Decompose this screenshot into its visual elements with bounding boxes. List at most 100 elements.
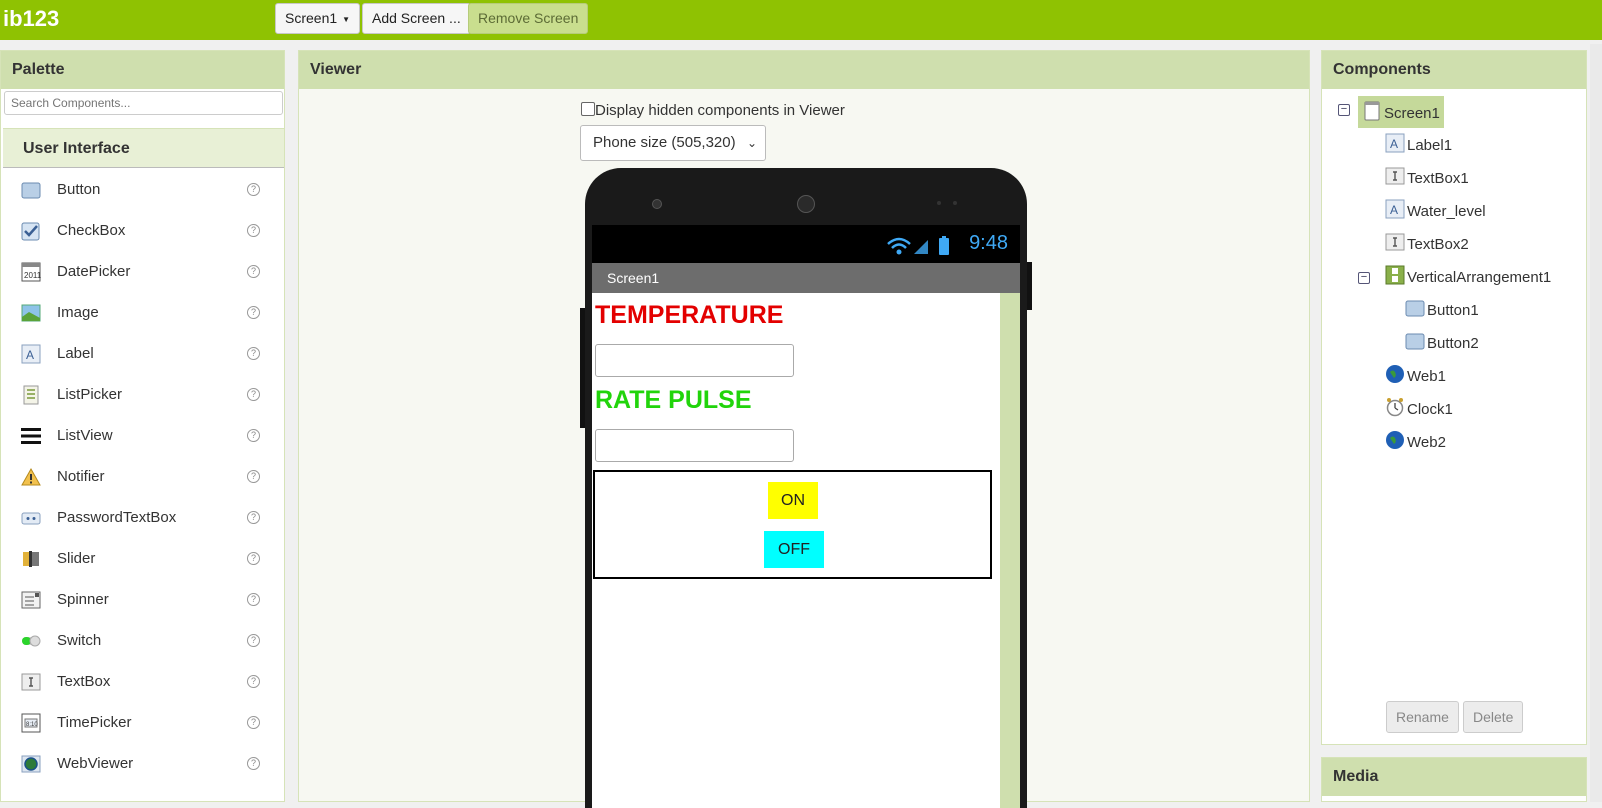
svg-text:2011: 2011: [24, 271, 41, 280]
checkbox-box[interactable]: [581, 102, 595, 116]
tree-node-textbox2[interactable]: TextBox2: [1385, 232, 1469, 264]
palette-item-slider[interactable]: Slider ?: [3, 538, 284, 579]
palette-item-label: Button: [57, 181, 101, 198]
help-icon[interactable]: ?: [247, 265, 260, 278]
collapse-icon[interactable]: −: [1358, 272, 1370, 284]
clock-icon: [1386, 398, 1404, 417]
palette-item-label: PasswordTextBox: [57, 509, 177, 526]
help-icon[interactable]: ?: [247, 593, 260, 606]
palette-item-listpicker[interactable]: ListPicker ?: [3, 374, 284, 415]
tree-node-web2[interactable]: Web2: [1385, 430, 1446, 462]
category-user-interface[interactable]: User Interface: [3, 128, 284, 168]
palette-item-button[interactable]: Button ?: [3, 169, 284, 210]
textbox-icon: [1385, 167, 1405, 185]
search-components-input[interactable]: [4, 91, 283, 115]
help-icon[interactable]: ?: [247, 716, 260, 729]
palette-item-label: CheckBox: [57, 222, 126, 239]
listview-icon: [21, 428, 41, 444]
display-hidden-checkbox[interactable]: Display hidden components in Viewer: [581, 102, 845, 119]
textbox1-preview[interactable]: [595, 344, 794, 377]
tree-node-clock1[interactable]: Clock1: [1385, 397, 1453, 429]
help-icon[interactable]: ?: [247, 429, 260, 442]
off-button[interactable]: OFF: [764, 531, 824, 568]
svg-text:A: A: [26, 348, 34, 362]
remove-screen-button[interactable]: Remove Screen: [468, 3, 589, 34]
help-icon[interactable]: ?: [247, 675, 260, 688]
help-icon[interactable]: ?: [247, 634, 260, 647]
palette-item-notifier[interactable]: Notifier ?: [3, 456, 284, 497]
help-icon[interactable]: ?: [247, 552, 260, 565]
collapse-icon[interactable]: −: [1338, 104, 1350, 116]
help-icon[interactable]: ?: [247, 511, 260, 524]
palette-item-label[interactable]: A Label ?: [3, 333, 284, 374]
palette-item-passwordtextbox[interactable]: PasswordTextBox ?: [3, 497, 284, 538]
button-icon: [1405, 333, 1425, 350]
palette-item-label: Switch: [57, 632, 102, 649]
project-title: ib123: [3, 6, 60, 31]
help-icon[interactable]: ?: [247, 306, 260, 319]
palette-item-timepicker[interactable]: 8:10 TimePicker ?: [3, 702, 284, 743]
tree-node-label1[interactable]: A Label1: [1385, 133, 1452, 165]
vertical-arrangement-preview[interactable]: ON OFF: [593, 470, 992, 579]
help-icon[interactable]: ?: [247, 347, 260, 360]
tree-node-button2[interactable]: Button2: [1405, 331, 1479, 363]
phone-side-button-right: [1027, 262, 1032, 310]
palette-item-textbox[interactable]: TextBox ?: [3, 661, 284, 702]
help-icon[interactable]: ?: [247, 757, 260, 770]
vertical-arrangement-icon: [1385, 265, 1405, 285]
palette-list: Button ? CheckBox ? 2011 DatePicker ? Im…: [3, 169, 284, 784]
add-screen-button[interactable]: Add Screen ...: [362, 3, 471, 34]
chevron-down-icon: ⌄: [746, 136, 757, 150]
delete-button[interactable]: Delete: [1463, 701, 1524, 733]
tree-node-verticalarrangement1[interactable]: VerticalArrangement1: [1385, 265, 1551, 297]
listpicker-icon: [23, 385, 39, 405]
phone-scrollbar[interactable]: [1000, 293, 1020, 808]
phone-side-button-left: [580, 308, 585, 428]
timepicker-icon: 8:10: [21, 713, 41, 733]
temperature-label[interactable]: TEMPERATURE: [595, 301, 783, 330]
tree-node-label: TextBox2: [1407, 236, 1469, 253]
palette-item-datepicker[interactable]: 2011 DatePicker ?: [3, 251, 284, 292]
tree-node-textbox1[interactable]: TextBox1: [1385, 166, 1469, 198]
button-icon: [1405, 300, 1425, 317]
palette-item-label: TimePicker: [57, 714, 132, 731]
on-button[interactable]: ON: [768, 482, 818, 519]
tree-node-web1[interactable]: Web1: [1385, 364, 1446, 396]
svg-text:8:10: 8:10: [26, 722, 38, 728]
tree-node-screen1[interactable]: Screen1: [1358, 96, 1444, 128]
signal-battery-icon: [887, 236, 949, 255]
help-icon[interactable]: ?: [247, 388, 260, 401]
sensor-icon: [937, 201, 957, 205]
help-icon[interactable]: ?: [247, 183, 260, 196]
palette-item-checkbox[interactable]: CheckBox ?: [3, 210, 284, 251]
tree-node-label: Button2: [1427, 335, 1479, 352]
speaker-icon: [797, 195, 815, 213]
rate-pulse-label[interactable]: RATE PULSE: [595, 386, 752, 415]
status-clock: 9:48: [969, 232, 1008, 254]
palette-item-webviewer[interactable]: WebViewer ?: [3, 743, 284, 784]
help-icon[interactable]: ?: [247, 224, 260, 237]
palette-item-image[interactable]: Image ?: [3, 292, 284, 333]
tree-node-label: Label1: [1407, 137, 1453, 154]
media-header: Media: [1322, 758, 1586, 796]
top-bar: ib123 Screen1 ▼ Add Screen ... Remove Scr…: [0, 0, 1602, 40]
phone-size-select[interactable]: Phone size (505,320) ⌄: [580, 125, 766, 161]
palette-item-spinner[interactable]: Spinner ?: [3, 579, 284, 620]
palette-item-switch[interactable]: Switch ?: [3, 620, 284, 661]
password-icon: [21, 512, 41, 525]
button-icon: [21, 182, 41, 199]
palette-item-listview[interactable]: ListView ?: [3, 415, 284, 456]
rename-button[interactable]: Rename: [1386, 701, 1459, 733]
components-header: Components: [1322, 51, 1586, 89]
help-icon[interactable]: ?: [247, 470, 260, 483]
textbox2-preview[interactable]: [595, 429, 794, 462]
tree-node-button1[interactable]: Button1: [1405, 298, 1479, 330]
camera-icon: [652, 199, 662, 209]
tree-node-water-level[interactable]: A Water_level: [1385, 199, 1486, 231]
spinner-icon: [21, 591, 41, 609]
screen-icon: [1364, 101, 1380, 121]
phone-status-bar: 9:48: [592, 225, 1020, 263]
palette-item-label: Slider: [57, 550, 96, 567]
screen-select-button[interactable]: Screen1 ▼: [275, 3, 361, 34]
page-scrollbar[interactable]: [1590, 44, 1602, 802]
